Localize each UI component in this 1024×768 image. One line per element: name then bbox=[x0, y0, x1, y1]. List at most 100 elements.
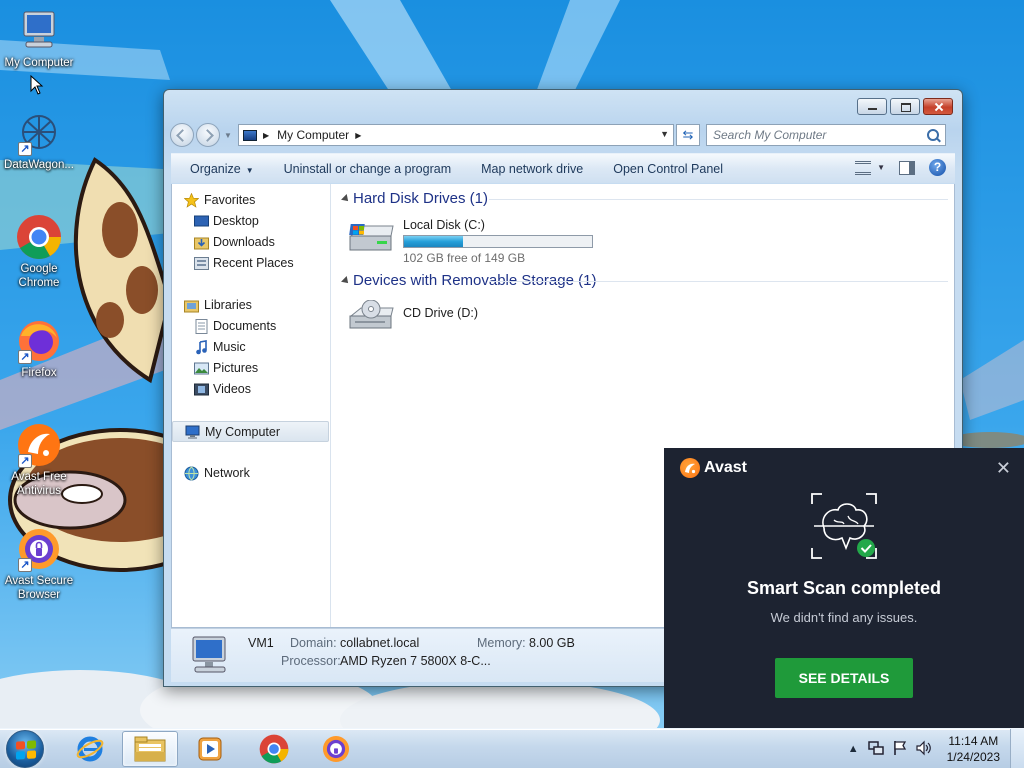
nav-favorites[interactable]: Favorites bbox=[172, 190, 330, 211]
drive-local-disk-c[interactable]: Local Disk (C:) 102 GB free of 149 GB bbox=[339, 212, 954, 272]
minimize-button[interactable] bbox=[857, 98, 887, 115]
taskbar-windows-explorer[interactable] bbox=[122, 731, 178, 767]
desktop-icon-avast-free-antivirus[interactable]: ↗ Avast Free Antivirus bbox=[0, 422, 78, 498]
back-button[interactable] bbox=[170, 123, 194, 147]
chrome-icon bbox=[259, 734, 289, 764]
volume-icon[interactable] bbox=[916, 740, 932, 759]
search-icon[interactable] bbox=[927, 129, 939, 141]
nav-music-label: Music bbox=[213, 340, 246, 354]
desktop-icon-datawagon[interactable]: ↗ DataWagon... bbox=[0, 110, 78, 172]
network-icon bbox=[184, 466, 199, 481]
organize-label: Organize bbox=[190, 161, 241, 176]
taskbar-media-player[interactable] bbox=[182, 731, 238, 767]
recent-pages-dropdown[interactable]: ▼ bbox=[224, 131, 234, 140]
action-center-flag-icon[interactable] bbox=[893, 740, 907, 759]
see-details-button[interactable]: SEE DETAILS bbox=[775, 658, 913, 698]
taskbar-google-chrome[interactable] bbox=[246, 731, 302, 767]
videos-icon bbox=[194, 383, 209, 396]
change-view-icon[interactable] bbox=[855, 160, 872, 175]
shortcut-arrow-icon: ↗ bbox=[18, 454, 32, 468]
nav-downloads[interactable]: Downloads bbox=[172, 232, 330, 253]
close-button[interactable] bbox=[923, 98, 953, 115]
show-desktop-button[interactable] bbox=[1010, 729, 1024, 768]
shortcut-arrow-icon: ↗ bbox=[18, 142, 32, 156]
domain-label: Domain: bbox=[290, 636, 337, 650]
nav-libraries-label: Libraries bbox=[204, 298, 252, 312]
shortcut-arrow-icon: ↗ bbox=[18, 558, 32, 572]
nav-recent-places-label: Recent Places bbox=[213, 256, 294, 270]
avast-notification: Avast ✕ Smart Scan completed We didn't f… bbox=[664, 448, 1024, 728]
view-options-dropdown-icon[interactable]: ▼ bbox=[877, 163, 885, 172]
nav-libraries[interactable]: Libraries bbox=[172, 295, 330, 316]
chevron-down-icon: ▼ bbox=[245, 165, 254, 175]
open-control-panel-button[interactable]: Open Control Panel bbox=[613, 162, 723, 176]
hard-drive-icon bbox=[349, 224, 394, 251]
nav-documents[interactable]: Documents bbox=[172, 316, 330, 337]
show-hidden-icons-icon[interactable]: ▲ bbox=[848, 743, 859, 755]
processor-label: Processor: bbox=[281, 654, 341, 668]
nav-pictures[interactable]: Pictures bbox=[172, 358, 330, 379]
forward-button[interactable] bbox=[196, 123, 220, 147]
map-network-drive-button[interactable]: Map network drive bbox=[481, 162, 583, 176]
nav-documents-label: Documents bbox=[213, 319, 277, 333]
help-icon[interactable]: ? bbox=[929, 159, 946, 176]
refresh-button[interactable]: ⇆ bbox=[676, 124, 700, 146]
organize-button[interactable]: Organize ▼ bbox=[190, 162, 254, 176]
nav-videos[interactable]: Videos bbox=[172, 379, 330, 400]
nav-music[interactable]: Music bbox=[172, 337, 330, 358]
close-icon[interactable]: ✕ bbox=[996, 458, 1011, 479]
preview-pane-icon[interactable] bbox=[899, 160, 915, 175]
group-header-removable-storage[interactable]: Devices with Removable Storage (1) bbox=[339, 268, 948, 294]
mouse-cursor-icon bbox=[30, 75, 44, 95]
nav-my-computer[interactable]: My Computer bbox=[172, 421, 329, 442]
drive-c-free-space: 102 GB free of 149 GB bbox=[403, 251, 526, 265]
drive-cd-d[interactable]: CD Drive (D:) bbox=[339, 294, 954, 354]
taskbar-avast-secure-browser[interactable] bbox=[308, 731, 364, 767]
nav-pictures-label: Pictures bbox=[213, 361, 259, 375]
taskbar-internet-explorer[interactable] bbox=[62, 731, 118, 767]
avast-logo-icon bbox=[680, 458, 700, 478]
documents-icon bbox=[195, 319, 208, 334]
star-icon bbox=[184, 193, 199, 208]
nav-desktop-label: Desktop bbox=[213, 214, 259, 228]
chrome-icon bbox=[16, 214, 62, 260]
desktop-icon-firefox[interactable]: ↗ Firefox bbox=[0, 318, 78, 380]
nav-desktop[interactable]: Desktop bbox=[172, 211, 330, 232]
search-input[interactable]: Search My Computer bbox=[713, 128, 927, 142]
desktop-icon-label-2: Antivirus bbox=[16, 485, 62, 497]
memory-value: 8.00 GB bbox=[529, 636, 575, 650]
avast-antivirus-icon: ↗ bbox=[16, 422, 62, 468]
view-controls: ▼ ? bbox=[855, 159, 946, 176]
address-dropdown-icon[interactable]: ▼ bbox=[660, 129, 669, 139]
avast-secure-browser-icon bbox=[322, 735, 350, 763]
desktop-icon-avast-secure-browser[interactable]: ↗ Avast Secure Browser bbox=[0, 526, 78, 602]
window-controls bbox=[857, 98, 953, 115]
music-icon bbox=[196, 340, 207, 355]
nav-recent-places[interactable]: Recent Places bbox=[172, 253, 330, 274]
breadcrumb-arrow-icon[interactable]: ▶ bbox=[355, 131, 361, 140]
shortcut-arrow-icon: ↗ bbox=[18, 350, 32, 364]
nav-videos-label: Videos bbox=[213, 382, 251, 396]
avast-brand-label: Avast bbox=[704, 459, 747, 476]
nav-network[interactable]: Network bbox=[172, 463, 330, 484]
breadcrumb-my-computer[interactable]: My Computer bbox=[277, 128, 349, 142]
command-bar: Organize ▼ Uninstall or change a program … bbox=[171, 153, 955, 183]
maximize-button[interactable] bbox=[890, 98, 920, 115]
uninstall-program-button[interactable]: Uninstall or change a program bbox=[284, 162, 451, 176]
desktop-icon-label: DataWagon... bbox=[4, 159, 74, 171]
drive-d-name: CD Drive (D:) bbox=[403, 306, 478, 320]
group-header-hard-disk-drives[interactable]: Hard Disk Drives (1) bbox=[339, 186, 948, 212]
address-bar[interactable]: ▶ My Computer ▶ ▼ bbox=[238, 124, 674, 146]
desktop-icon-google-chrome[interactable]: Google Chrome bbox=[0, 214, 78, 290]
recent-places-icon bbox=[194, 257, 209, 270]
internet-explorer-icon bbox=[76, 736, 104, 762]
windows-logo-icon bbox=[16, 740, 36, 760]
memory-label: Memory: bbox=[477, 636, 526, 650]
desktop-icon-label: My Computer bbox=[4, 57, 74, 69]
breadcrumb-arrow-icon[interactable]: ▶ bbox=[263, 131, 269, 140]
clock[interactable]: 11:14 AM 1/24/2023 bbox=[947, 733, 1000, 765]
search-box[interactable]: Search My Computer bbox=[706, 124, 946, 146]
network-status-icon[interactable] bbox=[867, 740, 884, 759]
desktop-icon-my-computer[interactable]: My Computer bbox=[0, 8, 78, 70]
start-button[interactable] bbox=[6, 730, 44, 768]
